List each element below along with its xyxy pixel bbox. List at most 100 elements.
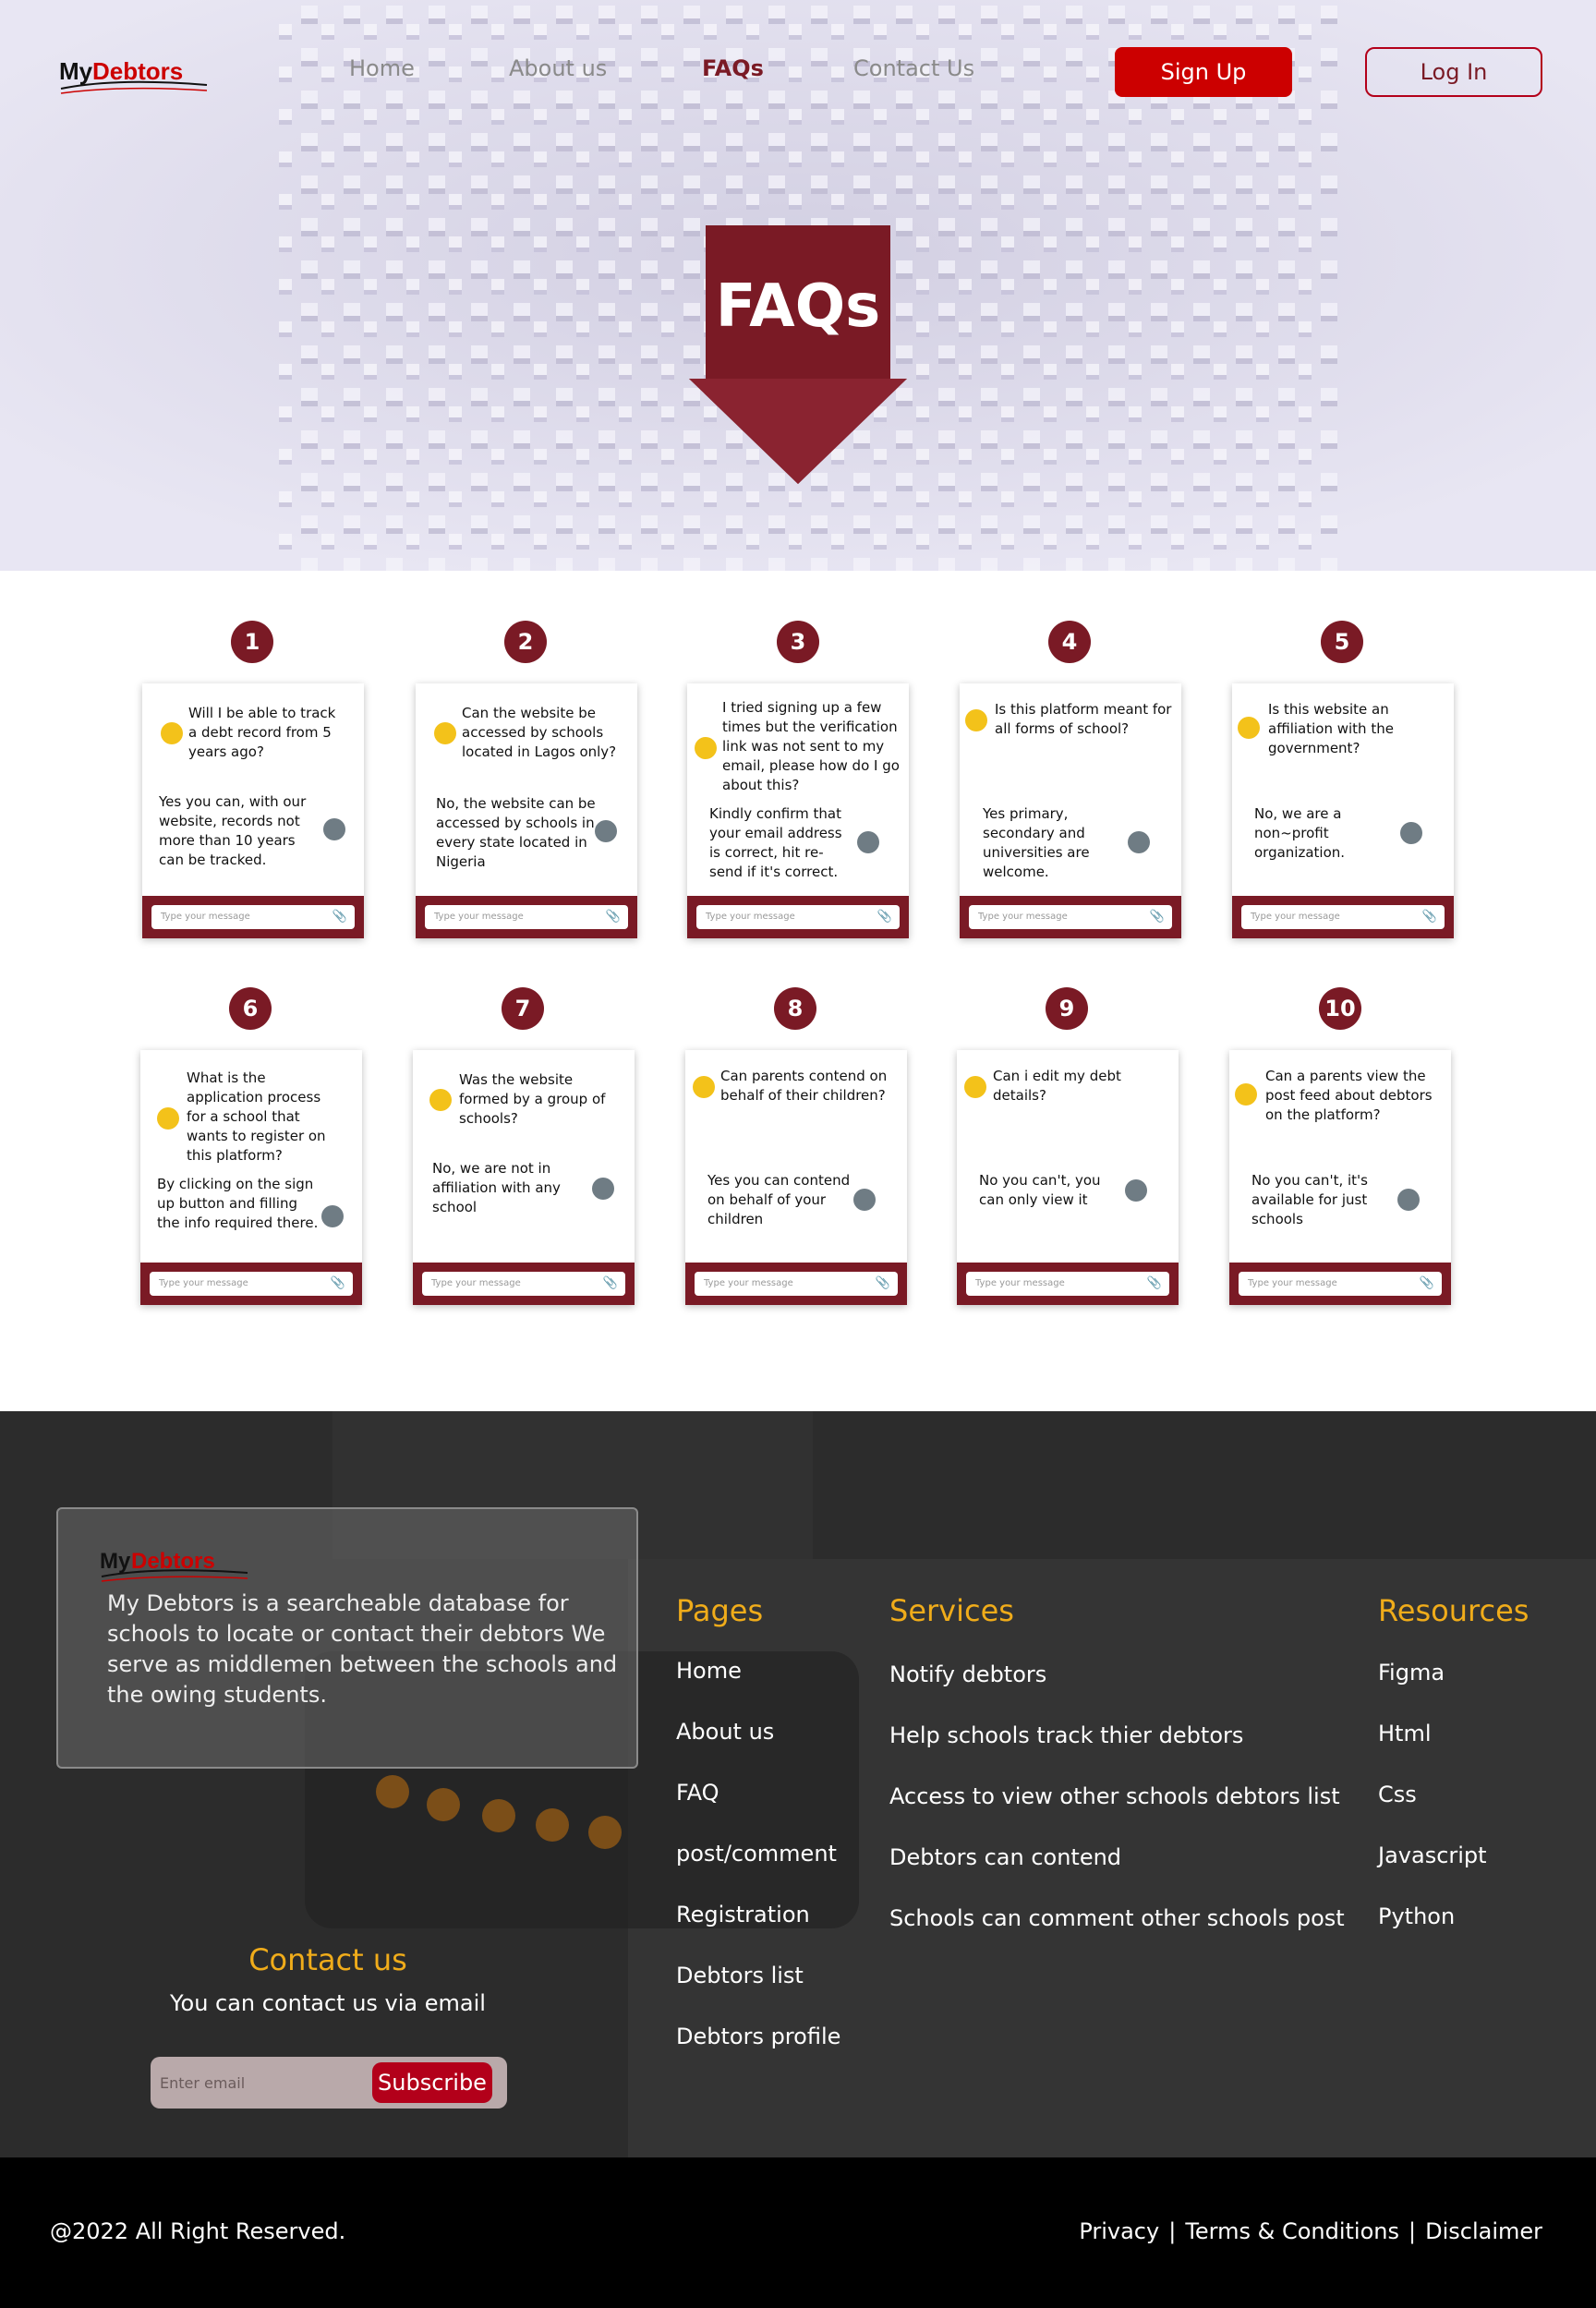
about-box: My Debtors My Debtors is a searcheable d… <box>56 1507 638 1769</box>
responder-avatar <box>592 1178 614 1200</box>
message-input[interactable]: Type your message 📎 <box>969 905 1172 929</box>
footer-brand-logo[interactable]: My Debtors <box>100 1544 257 1585</box>
message-placeholder: Type your message <box>1248 1278 1337 1288</box>
copyright: @2022 All Right Reserved. <box>50 2218 346 2244</box>
disclaimer-link[interactable]: Disclaimer <box>1425 2218 1542 2244</box>
faq-answer: Yes primary, secondary and universities … <box>983 805 1090 880</box>
message-input[interactable]: Type your message 📎 <box>1239 1272 1442 1296</box>
attach-icon[interactable]: 📎 <box>1422 910 1437 924</box>
email-input[interactable] <box>160 2068 363 2097</box>
service-item[interactable]: Help schools track thier debtors <box>889 1722 1243 1748</box>
faq-card: I tried signing up a few times but the v… <box>687 683 909 938</box>
brand-my: My <box>59 57 93 85</box>
attach-icon[interactable]: 📎 <box>332 910 347 924</box>
footer-link-debtors-list[interactable]: Debtors list <box>676 1963 804 1988</box>
brand-debtors: Debtors <box>92 57 183 85</box>
faq-answer: No you can't, it's available for just sc… <box>1251 1172 1368 1227</box>
service-item[interactable]: Debtors can contend <box>889 1844 1121 1870</box>
footer-link-home[interactable]: Home <box>676 1658 742 1684</box>
faq-question: What is the application process for a sc… <box>187 1069 326 1164</box>
resource-link[interactable]: Figma <box>1378 1660 1445 1686</box>
resource-link[interactable]: Html <box>1378 1721 1432 1746</box>
message-input[interactable]: Type your message 📎 <box>1241 905 1445 929</box>
footer-brand-my: My <box>100 1549 131 1574</box>
asker-avatar <box>693 1076 715 1098</box>
pages-heading: Pages <box>676 1593 764 1628</box>
responder-avatar <box>1125 1179 1147 1202</box>
service-item[interactable]: Schools can comment other schools post <box>889 1905 1345 1931</box>
footer-link-about[interactable]: About us <box>676 1719 774 1745</box>
message-bar: Type your message 📎 <box>140 1263 362 1305</box>
attach-icon[interactable]: 📎 <box>1150 910 1165 924</box>
legal-links: Privacy | Terms & Conditions | Disclaime… <box>1079 2218 1542 2244</box>
subscribe-button[interactable]: Subscribe <box>372 2062 492 2103</box>
responder-avatar <box>595 820 617 842</box>
footer-link-debtors-profile[interactable]: Debtors profile <box>676 2024 840 2049</box>
attach-icon[interactable]: 📎 <box>876 1276 890 1290</box>
service-item[interactable]: Access to view other schools debtors lis… <box>889 1783 1340 1809</box>
signup-button[interactable]: Sign Up <box>1115 47 1292 97</box>
footer-link-registration[interactable]: Registration <box>676 1902 810 1927</box>
attach-icon[interactable]: 📎 <box>1147 1276 1162 1290</box>
attach-icon[interactable]: 📎 <box>877 910 892 924</box>
message-input[interactable]: Type your message 📎 <box>696 905 900 929</box>
message-placeholder: Type your message <box>706 912 795 922</box>
nav-home[interactable]: Home <box>349 55 415 81</box>
resource-link[interactable]: Css <box>1378 1782 1417 1807</box>
footer-link-faq[interactable]: FAQ <box>676 1780 719 1806</box>
message-input[interactable]: Type your message 📎 <box>425 905 628 929</box>
footer-link-post[interactable]: post/comment <box>676 1841 837 1867</box>
faq-card: Was the website formed by a group of sch… <box>413 1050 635 1305</box>
responder-avatar <box>321 1205 344 1227</box>
nav-faqs[interactable]: FAQs <box>702 55 764 81</box>
nav-about[interactable]: About us <box>509 55 607 81</box>
message-bar: Type your message 📎 <box>957 1263 1179 1305</box>
asker-avatar <box>695 737 717 759</box>
asker-avatar <box>161 722 183 744</box>
message-input[interactable]: Type your message 📎 <box>695 1272 898 1296</box>
message-placeholder: Type your message <box>978 912 1068 922</box>
faq-card: What is the application process for a sc… <box>140 1050 362 1305</box>
attach-icon[interactable]: 📎 <box>606 910 621 924</box>
privacy-link[interactable]: Privacy <box>1079 2218 1159 2244</box>
separator: | <box>1409 2218 1417 2244</box>
message-bar: Type your message 📎 <box>416 896 637 938</box>
terms-link[interactable]: Terms & Conditions <box>1185 2218 1399 2244</box>
separator: | <box>1168 2218 1177 2244</box>
resource-link[interactable]: Python <box>1378 1903 1455 1929</box>
faq-question: Can parents contend on behalf of their c… <box>720 1068 888 1104</box>
asker-avatar <box>434 722 456 744</box>
message-input[interactable]: Type your message 📎 <box>966 1272 1169 1296</box>
brand-logo[interactable]: My Debtors <box>59 52 216 98</box>
faq-number: 6 <box>229 987 272 1030</box>
faq-question: Was the website formed by a group of sch… <box>459 1071 606 1127</box>
message-input[interactable]: Type your message 📎 <box>422 1272 625 1296</box>
resource-link[interactable]: Javascript <box>1378 1843 1487 1868</box>
nav-contact[interactable]: Contact Us <box>853 55 974 81</box>
responder-avatar <box>1397 1189 1420 1211</box>
faq-number: 5 <box>1321 621 1363 663</box>
asker-avatar <box>429 1089 452 1111</box>
faq-question: Can i edit my debt details? <box>993 1068 1121 1104</box>
message-input[interactable]: Type your message 📎 <box>150 1272 353 1296</box>
message-placeholder: Type your message <box>431 1278 521 1288</box>
asker-avatar <box>1235 1083 1257 1106</box>
faq-number: 4 <box>1048 621 1091 663</box>
attach-icon[interactable]: 📎 <box>603 1276 618 1290</box>
faq-answer: No, the website can be accessed by schoo… <box>436 795 596 870</box>
faq-number: 8 <box>774 987 816 1030</box>
faq-question: Can the website be accessed by schools l… <box>462 705 617 760</box>
faq-answer: No, we are a non~profit organization. <box>1254 805 1346 861</box>
faq-number: 9 <box>1046 987 1088 1030</box>
faq-answer: By clicking on the sign up button and fi… <box>157 1176 319 1231</box>
attach-icon[interactable]: 📎 <box>331 1276 345 1290</box>
faq-question: Is this platform meant for all forms of … <box>995 701 1172 737</box>
faq-card: Is this platform meant for all forms of … <box>960 683 1181 938</box>
subscribe-form: Subscribe <box>151 2057 507 2109</box>
message-input[interactable]: Type your message 📎 <box>151 905 355 929</box>
service-item[interactable]: Notify debtors <box>889 1662 1046 1687</box>
faq-answer: Yes you can contend on behalf of your ch… <box>707 1172 851 1227</box>
login-button[interactable]: Log In <box>1365 47 1542 97</box>
attach-icon[interactable]: 📎 <box>1420 1276 1434 1290</box>
message-placeholder: Type your message <box>161 912 250 922</box>
